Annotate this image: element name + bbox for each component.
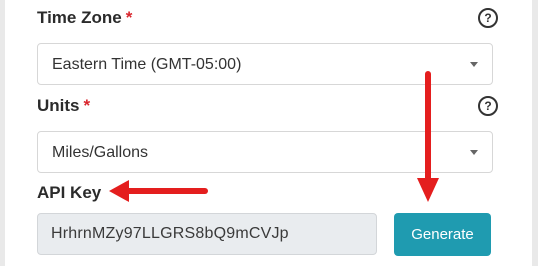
timezone-help-icon[interactable]: ? (478, 8, 498, 28)
units-label-text: Units (37, 96, 80, 115)
timezone-required-asterisk: * (125, 8, 133, 27)
api-key-label-text: API Key (37, 183, 102, 202)
annotation-arrow-down (417, 71, 439, 202)
api-key-label: API Key (37, 183, 101, 203)
api-key-field[interactable]: HrhrnMZy97LLGRS8bQ9mCVJp (37, 213, 377, 255)
timezone-select-value: Eastern Time (GMT-05:00) (52, 56, 242, 73)
units-select-value: Miles/Gallons (52, 144, 149, 161)
generate-button[interactable]: Generate (394, 213, 491, 256)
units-help-icon[interactable]: ? (478, 96, 498, 116)
right-frame-edge (532, 0, 538, 266)
chevron-down-icon (470, 150, 478, 155)
timezone-label: Time Zone * (37, 8, 132, 28)
left-frame-edge (0, 0, 5, 266)
annotation-arrow-left (109, 180, 208, 202)
units-label: Units * (37, 96, 90, 116)
timezone-label-text: Time Zone (37, 8, 122, 27)
units-required-asterisk: * (83, 96, 91, 115)
chevron-down-icon (470, 62, 478, 67)
